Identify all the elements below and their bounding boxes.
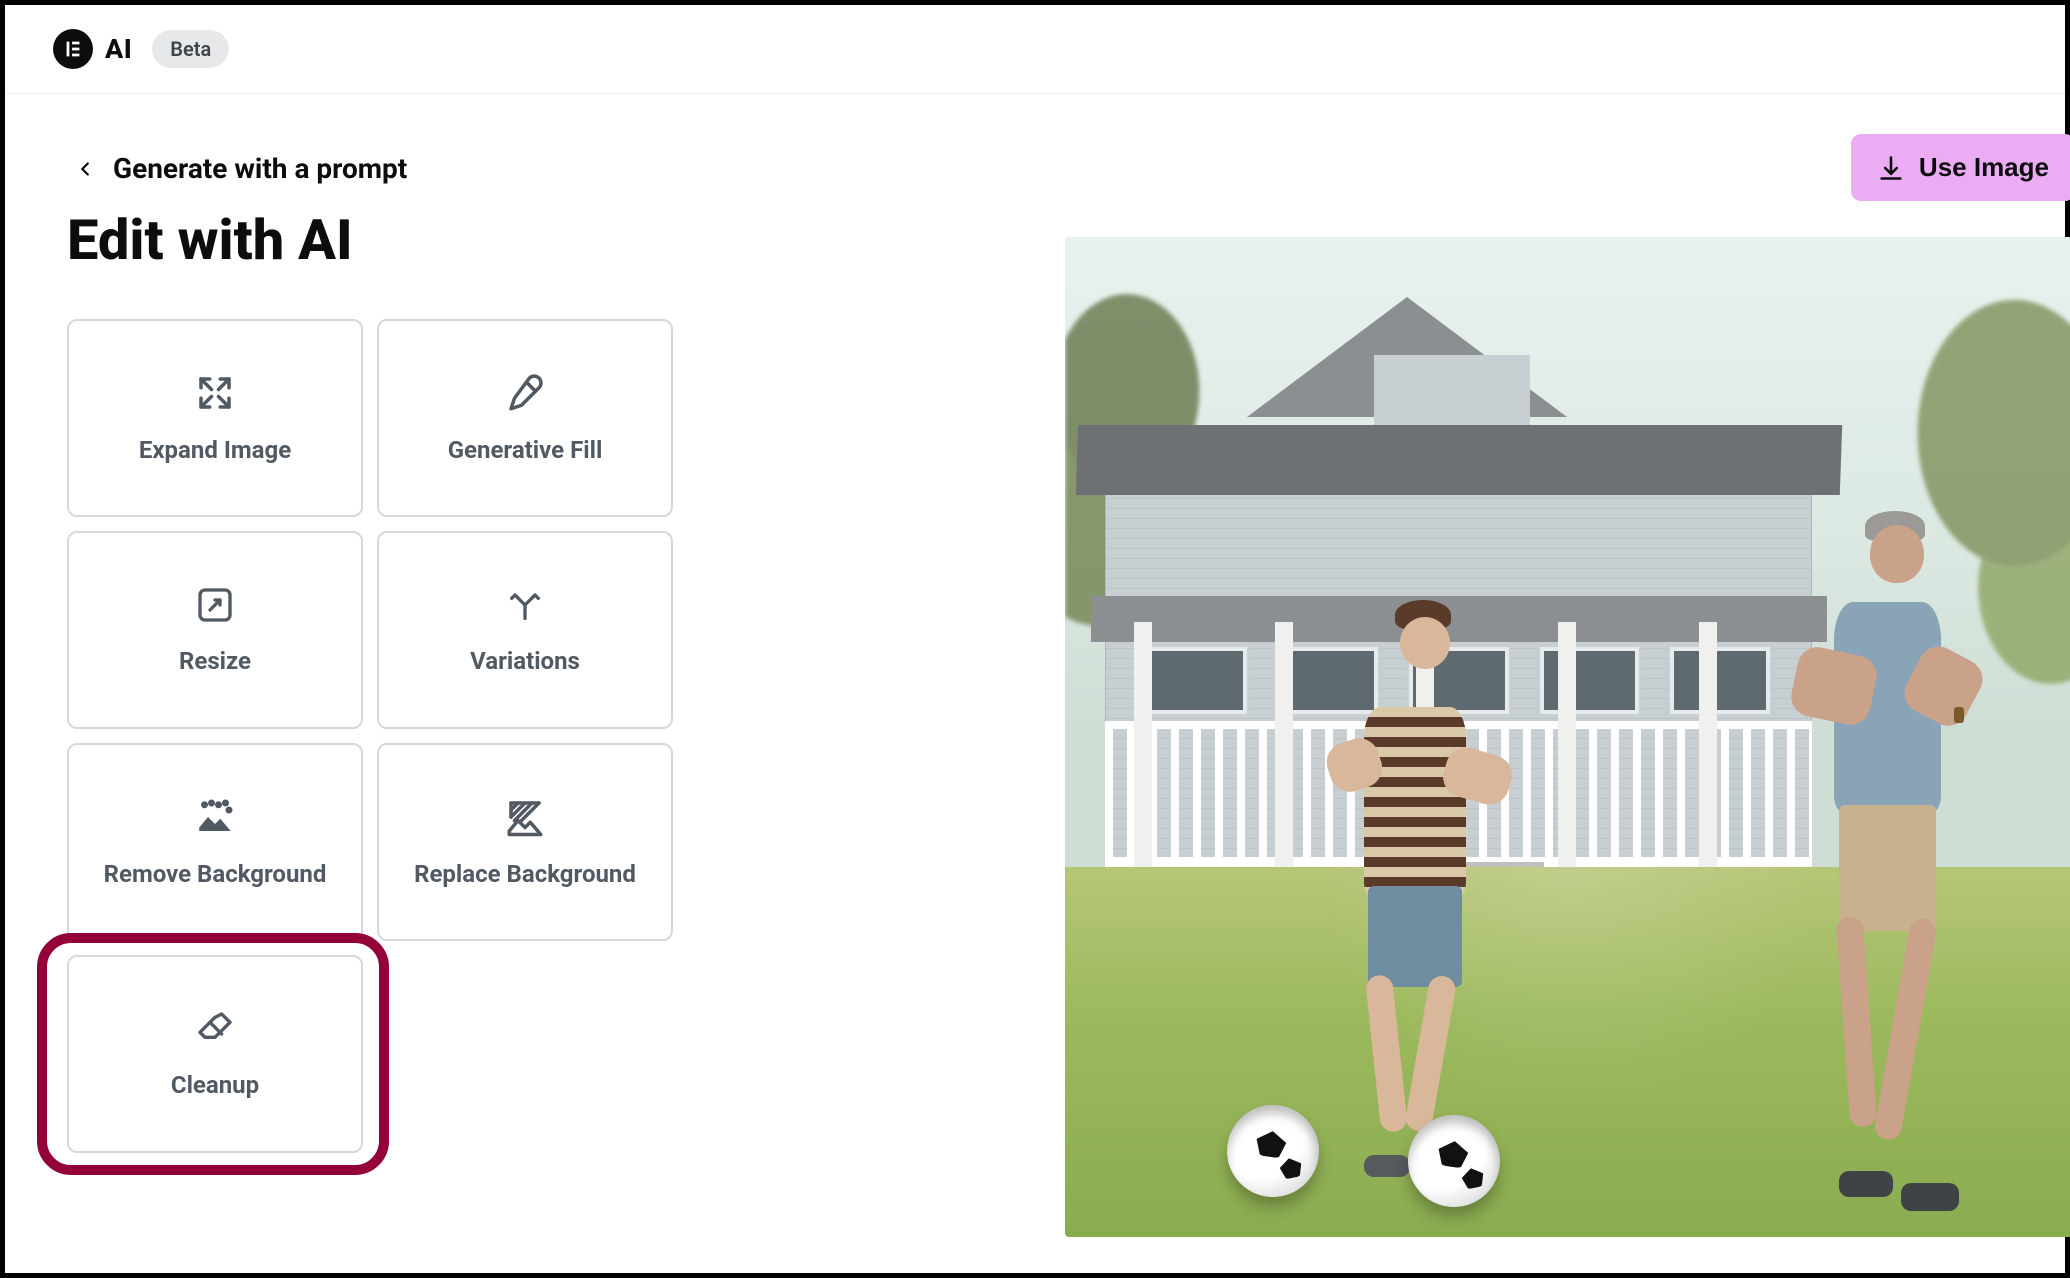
- tool-variations[interactable]: Variations: [377, 531, 673, 729]
- tool-remove-background[interactable]: Remove Background: [67, 743, 363, 941]
- preview-image: [1065, 237, 2070, 1237]
- elementor-icon: [62, 38, 84, 60]
- left-panel: Generate with a prompt Edit with AI Expa…: [45, 134, 1025, 1237]
- tool-expand-image[interactable]: Expand Image: [67, 319, 363, 517]
- tool-cleanup-wrap: Cleanup: [67, 955, 363, 1153]
- tool-cleanup[interactable]: Cleanup: [67, 955, 363, 1153]
- content: Generate with a prompt Edit with AI Expa…: [5, 94, 2065, 1237]
- brush-icon: [504, 372, 546, 414]
- eraser-icon: [195, 1009, 235, 1049]
- expand-icon: [194, 372, 236, 414]
- use-image-button[interactable]: Use Image: [1851, 134, 2070, 201]
- chevron-left-icon: [71, 155, 99, 183]
- brand-text: AI: [105, 33, 132, 65]
- back-label: Generate with a prompt: [113, 152, 407, 185]
- right-panel: Use Image: [1065, 134, 2070, 1237]
- replace-bg-icon: [504, 796, 546, 838]
- use-image-label: Use Image: [1919, 152, 2049, 183]
- variations-icon: [505, 585, 545, 625]
- tool-resize[interactable]: Resize: [67, 531, 363, 729]
- tool-replace-background[interactable]: Replace Background: [377, 743, 673, 941]
- tool-label: Remove Background: [104, 860, 327, 888]
- tool-label: Generative Fill: [448, 436, 603, 464]
- back-to-prompt[interactable]: Generate with a prompt: [71, 152, 1025, 185]
- brand-logo: [53, 29, 93, 69]
- tool-grid: Expand Image Generative Fill Resize Vari…: [67, 319, 1025, 1153]
- tool-generative-fill[interactable]: Generative Fill: [377, 319, 673, 517]
- page-title: Edit with AI: [67, 207, 1025, 273]
- tool-label: Resize: [179, 647, 251, 675]
- top-bar: AI Beta: [5, 5, 2065, 94]
- tool-label: Expand Image: [139, 436, 291, 464]
- tool-label: Cleanup: [171, 1071, 259, 1099]
- tool-label: Replace Background: [414, 860, 636, 888]
- tool-label: Variations: [470, 647, 580, 675]
- beta-badge: Beta: [152, 30, 229, 68]
- download-icon: [1877, 154, 1905, 182]
- remove-bg-icon: [194, 796, 236, 838]
- resize-icon: [195, 585, 235, 625]
